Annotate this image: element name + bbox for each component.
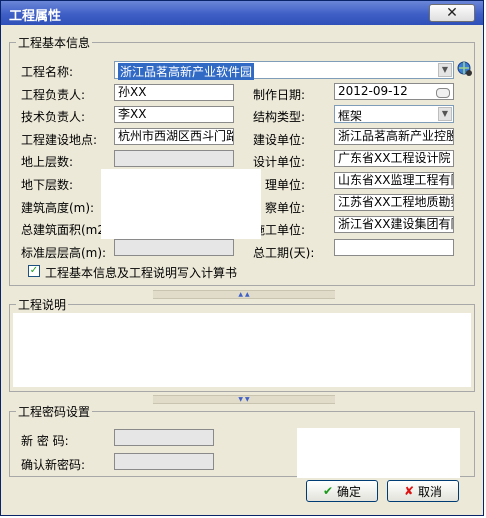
collapse-splitter-bottom[interactable]: ▼ ▼: [153, 395, 335, 404]
title-bar: 工程属性 ✕: [1, 1, 483, 25]
collapse-splitter-top[interactable]: ▲ ▲: [153, 290, 335, 299]
structure-value: 框架: [338, 109, 363, 123]
owner-label: 工程负责人:: [21, 88, 86, 102]
project-name-label: 工程名称:: [21, 65, 74, 79]
construction-unit-field[interactable]: 浙江省XX建设集团有限: [334, 216, 454, 233]
structure-label: 结构类型:: [253, 110, 306, 124]
tech-lead-label: 技术负责人:: [21, 110, 86, 124]
window-title: 工程属性: [9, 9, 62, 24]
project-name-value: 浙江品茗高新产业软件园: [118, 63, 255, 80]
design-unit-label: 设计单位:: [253, 155, 306, 169]
chevron-down-icon[interactable]: ▼: [438, 63, 452, 77]
description-textarea[interactable]: [13, 313, 471, 387]
new-password-field[interactable]: [114, 429, 214, 446]
checkmark-icon: ✔: [322, 484, 334, 498]
period-field[interactable]: [334, 239, 454, 256]
write-report-label: 工程基本信息及工程说明写入计算书: [45, 266, 238, 280]
owner-field[interactable]: 孙XX: [114, 84, 234, 101]
survey-unit-label: 察单位:: [265, 201, 306, 215]
basic-info-legend: 工程基本信息: [16, 34, 93, 51]
supervision-unit-label: 理单位:: [265, 178, 306, 192]
site-label: 工程建设地点:: [21, 133, 98, 147]
build-unit-label: 建设单位:: [253, 133, 306, 147]
project-properties-dialog: 工程属性 ✕ 工程基本信息 工程名称: 浙江品茗高新产业软件园 ▼ 工程负责人:…: [0, 0, 484, 516]
cancel-button[interactable]: ✘ 取消: [387, 480, 459, 502]
survey-unit-field[interactable]: 江苏省XX工程地质勘察: [334, 194, 454, 211]
building-height-label: 建筑高度(m):: [21, 201, 95, 215]
description-legend: 工程说明: [16, 296, 69, 313]
new-password-label: 新 密 码:: [21, 434, 69, 448]
standard-height-label: 标准层层高(m):: [21, 246, 107, 260]
calendar-toggle-icon[interactable]: [436, 88, 450, 98]
date-label: 制作日期:: [253, 88, 306, 102]
cancel-x-icon: ✘: [403, 484, 415, 498]
globe-icon[interactable]: [457, 61, 473, 77]
floors-above-field[interactable]: [114, 150, 234, 167]
ok-button-label: 确定: [337, 484, 362, 499]
floors-above-label: 地上层数:: [21, 155, 74, 169]
cancel-button-label: 取消: [418, 484, 443, 499]
structure-combo[interactable]: 框架 ▼: [334, 105, 454, 123]
password-legend: 工程密码设置: [16, 403, 93, 420]
build-unit-field[interactable]: 浙江品茗高新产业控股: [334, 128, 454, 145]
redacted-block-2: [297, 428, 460, 478]
redacted-block: [101, 169, 261, 239]
project-name-combo[interactable]: 浙江品茗高新产业软件园 ▼: [114, 61, 454, 80]
confirm-password-field[interactable]: [114, 453, 214, 470]
close-icon: ✕: [446, 5, 458, 21]
total-area-label: 总建筑面积(m2):: [21, 223, 114, 237]
standard-height-field[interactable]: [114, 239, 234, 256]
confirm-password-label: 确认新密码:: [21, 458, 86, 472]
ok-button[interactable]: ✔ 确定: [306, 480, 378, 502]
tech-lead-field[interactable]: 李XX: [114, 106, 234, 123]
supervision-unit-field[interactable]: 山东省XX监理工程有限: [334, 172, 454, 189]
site-field[interactable]: 杭州市西湖区西斗门路: [114, 128, 234, 145]
write-report-checkbox[interactable]: ✓: [28, 265, 40, 277]
chevron-down-icon[interactable]: ▼: [438, 107, 452, 121]
date-field[interactable]: 2012-09-12: [334, 83, 454, 100]
floors-below-label: 地下层数:: [21, 178, 74, 192]
close-button[interactable]: ✕: [429, 4, 475, 22]
design-unit-field[interactable]: 广东省XX工程设计院: [334, 150, 454, 167]
date-value: 2012-09-12: [338, 84, 408, 98]
period-label: 总工期(天):: [253, 246, 315, 260]
